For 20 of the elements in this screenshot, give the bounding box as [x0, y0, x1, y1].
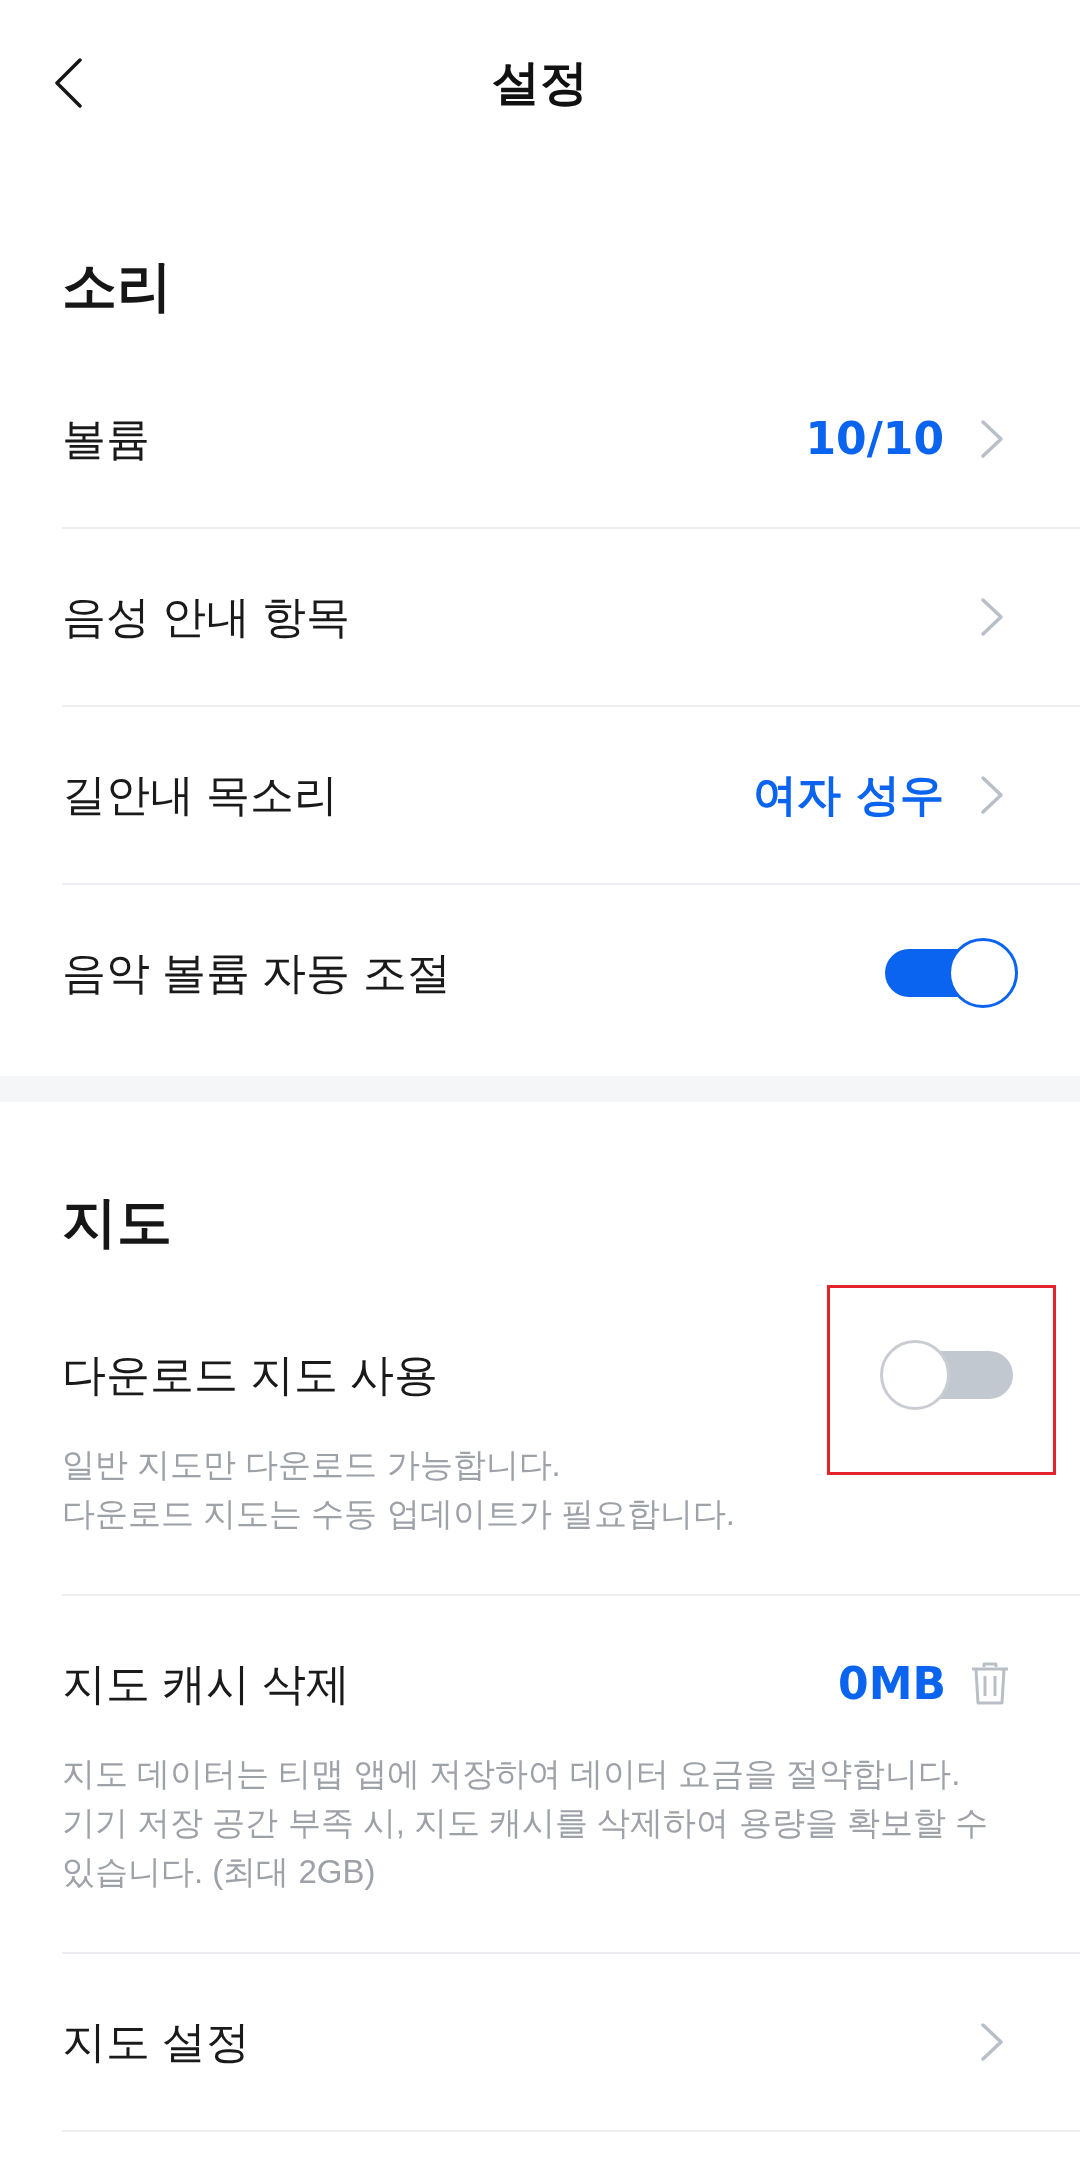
- chevron-right-icon: [980, 775, 1004, 815]
- setting-value: 여자 성우: [752, 768, 944, 822]
- setting-label: 길안내 목소리: [62, 769, 340, 821]
- setting-description: 지도 데이터는 티맵 앱에 저장하여 데이터 요금을 절약합니다. 기기 저장 공간 부족 시, 지도 캐시를 삭제하여 용량을 확보할 수 있습니다. (최대 2GB): [62, 1754, 989, 1892]
- setting-value: 0MB: [838, 1657, 946, 1711]
- page-title: 설정: [492, 55, 588, 111]
- section-title: 지도: [62, 1192, 173, 1252]
- setting-label: 음악 볼륨 자동 조절: [62, 947, 452, 999]
- setting-label: 볼륨: [62, 413, 151, 465]
- setting-label: 다운로드 지도 사용: [62, 1349, 440, 1401]
- setting-label: 지도 설정: [62, 2016, 252, 2068]
- chevron-right-icon: [980, 2022, 1004, 2062]
- section-title: 소리: [62, 256, 173, 316]
- setting-value: 10/10: [805, 412, 944, 466]
- setting-label: 지도 캐시 삭제: [62, 1658, 352, 1710]
- back-icon[interactable]: [54, 58, 82, 108]
- setting-label: 음성 안내 항목: [62, 591, 352, 643]
- setting-description: 일반 지도만 다운로드 가능합니다. 다운로드 지도는 수동 업데이트가 필요합니다.: [62, 1445, 736, 1534]
- chevron-right-icon: [980, 419, 1004, 459]
- chevron-right-icon: [980, 597, 1004, 637]
